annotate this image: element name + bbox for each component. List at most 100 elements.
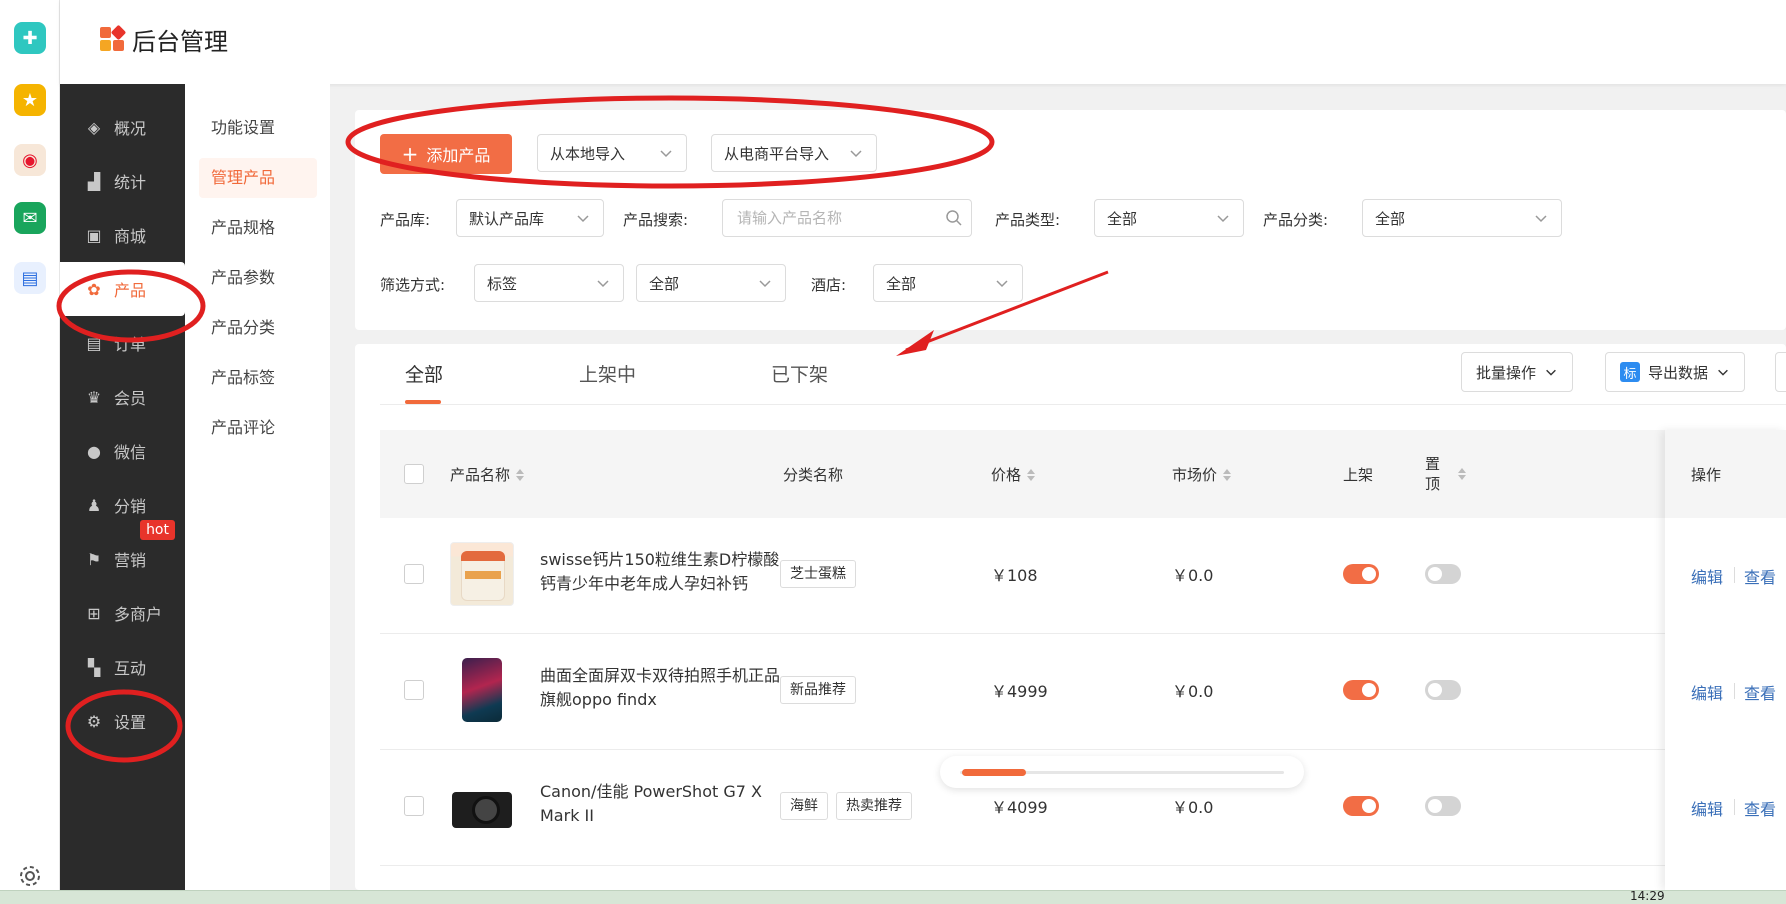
chevron-down-icon [1546,369,1556,376]
type-select[interactable]: 全部 [1094,199,1244,237]
add-product-button[interactable]: + 添加产品 [380,134,512,174]
import-ecommerce-label: 从电商平台导入 [724,144,830,163]
product-thumbnail[interactable] [450,542,514,606]
op-divider [1734,683,1735,699]
row-checkbox[interactable] [404,680,424,700]
col-ops-label: 操作 [1691,466,1722,484]
col-market-price-header[interactable]: 市场价 [1172,464,1232,485]
subnav-item-params[interactable]: 产品参数 [199,258,317,298]
pin-toggle[interactable] [1425,680,1461,700]
sidebar-item-wechat[interactable]: ● 微信 [60,424,185,478]
subnav-item-reviews[interactable]: 产品评论 [199,408,317,448]
col-pin-label: 置顶 [1425,455,1441,493]
tab-off-shelf[interactable]: 已下架 [771,360,828,400]
tab-on-shelf[interactable]: 上架中 [579,360,636,400]
row-checkbox[interactable] [404,564,424,584]
sort-icon[interactable] [1027,468,1036,481]
sidebar-item-merchants[interactable]: ⊞ 多商户 [60,586,185,640]
clipboard-icon: ▤ [86,333,102,353]
sidebar-item-settings[interactable]: ⚙ 设置 [60,694,185,748]
weibo-icon[interactable]: ◉ [14,144,46,176]
product-list-panel: 全部 上架中 已下架 批量操作 标 导出数据 产品名称 分类名称 价格 市场价 … [355,344,1786,890]
product-name[interactable]: Canon/佳能 PowerShot G7 X Mark II [540,780,780,828]
sidebar-item-label: 营销 [114,551,147,570]
col-category-header: 分类名称 [783,464,843,485]
sidebar-item-overview[interactable]: ◈ 概况 [60,100,185,154]
export-data-label: 导出数据 [1648,363,1709,382]
edit-link[interactable]: 编辑 [1691,796,1723,820]
on-shelf-toggle[interactable] [1343,796,1379,816]
filter-value-select[interactable]: 全部 [636,264,786,302]
subnav-item-tags[interactable]: 产品标签 [199,358,317,398]
gear-icon[interactable] [18,864,42,888]
scrollbar-thumb[interactable] [961,769,1026,776]
product-thumbnail[interactable] [450,658,514,722]
sidebar-item-label: 微信 [114,443,147,462]
export-data-button[interactable]: 标 导出数据 [1605,352,1746,392]
chevron-down-icon [850,150,862,158]
market-price-value: ￥0.0 [1172,682,1214,701]
filter-value: 全部 [649,274,680,293]
sidebar-item-members[interactable]: ♛ 会员 [60,370,185,424]
col-name-header[interactable]: 产品名称 [450,464,525,485]
document-icon[interactable]: ▤ [14,262,46,294]
pin-toggle[interactable] [1425,564,1461,584]
category-tag: 热卖推荐 [836,792,912,820]
category-value: 全部 [1375,209,1406,228]
hotel-select[interactable]: 全部 [873,264,1023,302]
add-product-label: 添加产品 [426,146,491,165]
product-search-input[interactable] [722,199,972,237]
sidebar-item-label: 商城 [114,227,147,246]
view-link[interactable]: 查看 [1744,796,1776,820]
sidebar-item-orders[interactable]: ▤ 订单 [60,316,185,370]
sidebar-item-interaction[interactable]: ▚ 互动 [60,640,185,694]
filter-mode-select[interactable]: 标签 [474,264,624,302]
hotel-label: 酒店: [811,276,847,294]
on-shelf-toggle[interactable] [1343,564,1379,584]
tab-all[interactable]: 全部 [405,360,443,400]
subnav-item-categories[interactable]: 产品分类 [199,308,317,348]
sidebar-item-marketing[interactable]: ⚑ 营销 hot [60,520,185,586]
chevron-down-icon [1217,215,1229,223]
batch-actions-button[interactable]: 批量操作 [1461,352,1574,392]
col-pin-header[interactable]: 置顶 [1425,454,1445,494]
product-name[interactable]: swisse钙片150粒维生素D柠檬酸钙青少年中老年成人孕妇补钙 [540,548,780,596]
sort-icon[interactable] [516,468,525,481]
pin-toggle[interactable] [1425,796,1461,816]
product-thumbnail[interactable] [450,774,514,838]
subnav-item-manage-products[interactable]: 管理产品 [199,158,317,198]
mail-icon[interactable]: ✉ [14,202,46,234]
view-link[interactable]: 查看 [1744,564,1776,588]
import-local-dropdown[interactable]: 从本地导入 [537,134,687,172]
col-price-header[interactable]: 价格 [991,464,1036,485]
search-label: 产品搜索: [623,211,689,229]
sidebar-item-mall[interactable]: ▣ 商城 [60,208,185,262]
market-price-value: ￥0.0 [1172,798,1214,817]
star-app-icon[interactable]: ★ [14,84,46,116]
sidebar-item-stats[interactable]: ▟ 统计 [60,154,185,208]
subnav-item-function-settings[interactable]: 功能设置 [199,108,317,148]
layers-icon: ◈ [87,117,101,137]
sidebar-item-product[interactable]: ✿ 产品 [60,262,185,316]
product-name[interactable]: 曲面全面屏双卡双待拍照手机正品旗舰oppo findx [540,664,780,712]
edit-link[interactable]: 编辑 [1691,564,1723,588]
category-select[interactable]: 全部 [1362,199,1562,237]
sidebar-item-label: 多商户 [114,605,163,624]
subnav-item-specs[interactable]: 产品规格 [199,208,317,248]
sort-icon[interactable] [1458,468,1466,480]
view-link[interactable]: 查看 [1744,680,1776,704]
sort-icon[interactable] [1223,468,1232,481]
row-checkbox[interactable] [404,796,424,816]
more-tools-button[interactable] [1775,352,1786,392]
library-select[interactable]: 默认产品库 [456,199,604,237]
search-icon[interactable] [945,209,963,227]
gear-icon: ⚙ [86,711,102,731]
edit-link[interactable]: 编辑 [1691,680,1723,704]
horizontal-scrollbar[interactable] [940,756,1304,788]
hotel-value: 全部 [886,274,917,293]
import-ecommerce-dropdown[interactable]: 从电商平台导入 [711,134,877,172]
chevron-down-icon [759,280,771,288]
app-logo-icon[interactable]: ✚ [14,22,46,54]
select-all-checkbox[interactable] [404,464,424,484]
on-shelf-toggle[interactable] [1343,680,1379,700]
